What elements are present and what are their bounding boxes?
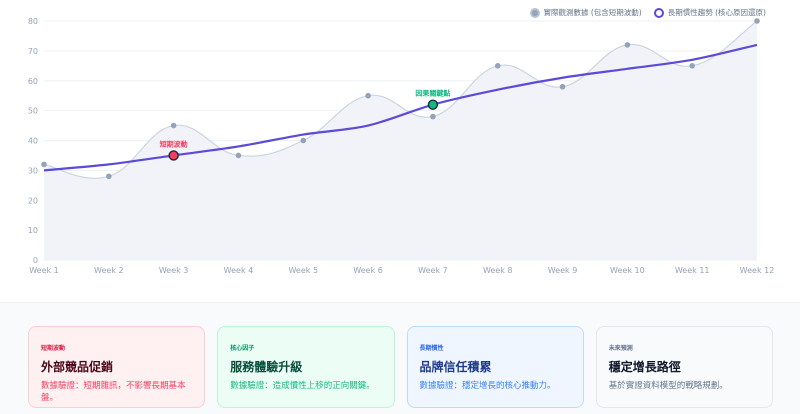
annotation-label: 短期波動 [160, 139, 188, 148]
actual-point [235, 152, 242, 159]
legend-label-trend: 長期慣性趨勢 (核心原因還原) [667, 8, 766, 17]
annotation-label: 因果關鍵點 [415, 89, 450, 98]
actual-point [365, 92, 371, 99]
annotation-marker [427, 99, 439, 110]
y-tick-label: 20 [28, 196, 38, 205]
legend-label-actual: 實際觀測數據 (包含短期波動) [543, 8, 642, 17]
card-title: 品牌信任積累 [419, 360, 492, 374]
x-tick-label: Week 12 [740, 266, 775, 275]
y-tick-label: 0 [33, 256, 38, 265]
x-tick-label: Week 8 [483, 266, 513, 275]
card-short-term[interactable]: 短期波動 外部競品促銷 數據驗證：短期雜訊，不影響長期基本盤。 [28, 326, 206, 408]
actual-point [689, 63, 695, 69]
insight-cards: 短期波動 外部競品促銷 數據驗證：短期雜訊，不影響長期基本盤。 核心因子 服務體… [28, 326, 773, 408]
x-tick-label: Week 7 [418, 266, 448, 275]
legend-swatch-actual [529, 7, 540, 18]
card-desc: 基於實證資料模型的戰略規劃。 [608, 381, 728, 391]
card-tag: 未來預測 [608, 345, 633, 352]
x-tick-label: Week 1 [29, 266, 59, 275]
actual-point [170, 122, 177, 129]
actual-point [300, 137, 307, 144]
card-desc: 數據驗證：短期雜訊，不影響長期基本盤。 [41, 381, 186, 403]
card-tag: 長期慣性 [419, 345, 444, 352]
x-tick-label: Week 2 [94, 266, 124, 275]
actual-point [559, 83, 566, 90]
x-tick-label: Week 11 [675, 266, 710, 275]
y-tick-label: 50 [28, 107, 38, 116]
y-tick-label: 40 [28, 137, 38, 146]
chart-legend: 實際觀測數據 (包含短期波動) 長期慣性趨勢 (核心原因還原) [529, 7, 766, 18]
actual-point [106, 173, 112, 180]
x-tick-label: Week 6 [353, 266, 383, 275]
actual-point [494, 63, 501, 69]
actual-area [44, 21, 757, 260]
card-desc: 數據驗證：穩定增長的核心推動力。 [419, 381, 556, 391]
card-title: 外部競品促銷 [41, 360, 114, 374]
y-tick-label: 70 [28, 47, 38, 56]
card-title: 穩定增長路徑 [608, 360, 681, 374]
annotation-marker [168, 150, 179, 161]
y-tick-label: 80 [28, 17, 38, 26]
y-tick-label: 30 [28, 166, 38, 175]
actual-point [41, 161, 47, 168]
card-tag: 短期波動 [41, 345, 66, 352]
y-tick-label: 10 [28, 226, 38, 235]
legend-item-trend[interactable]: 長期慣性趨勢 (核心原因還原) [653, 7, 766, 18]
actual-point [754, 18, 760, 24]
card-long-term[interactable]: 長期慣性 品牌信任積累 數據驗證：穩定增長的核心推動力。 [406, 326, 584, 408]
actual-point [624, 42, 631, 48]
card-title: 服務體驗升級 [230, 360, 303, 374]
x-tick-label: Week 10 [610, 266, 645, 275]
x-tick-label: Week 9 [548, 266, 578, 275]
actual-point [430, 113, 436, 120]
x-tick-label: Week 4 [224, 266, 254, 275]
legend-item-actual[interactable]: 實際觀測數據 (包含短期波動) [529, 7, 642, 18]
x-tick-label: Week 5 [288, 266, 318, 275]
card-tag: 核心因子 [230, 345, 255, 352]
card-core-factor[interactable]: 核心因子 服務體驗升級 數據驗證：造成慣性上移的正向關鍵。 [217, 326, 395, 408]
card-desc: 數據驗證：造成慣性上移的正向關鍵。 [230, 381, 375, 391]
x-tick-label: Week 3 [159, 266, 189, 275]
y-tick-label: 60 [28, 77, 38, 86]
legend-swatch-trend [653, 7, 664, 18]
trend-chart: 0 10 20 30 40 50 60 70 80 Week 1 Week 2 Week 3 Week … [28, 17, 775, 275]
card-forecast[interactable]: 未來預測 穩定增長路徑 基於實證資料模型的戰略規劃。 [595, 326, 773, 408]
chart-panel: 0 10 20 30 40 50 60 70 80 Week 1 Week 2 Week 3 Week … [0, 0, 800, 303]
